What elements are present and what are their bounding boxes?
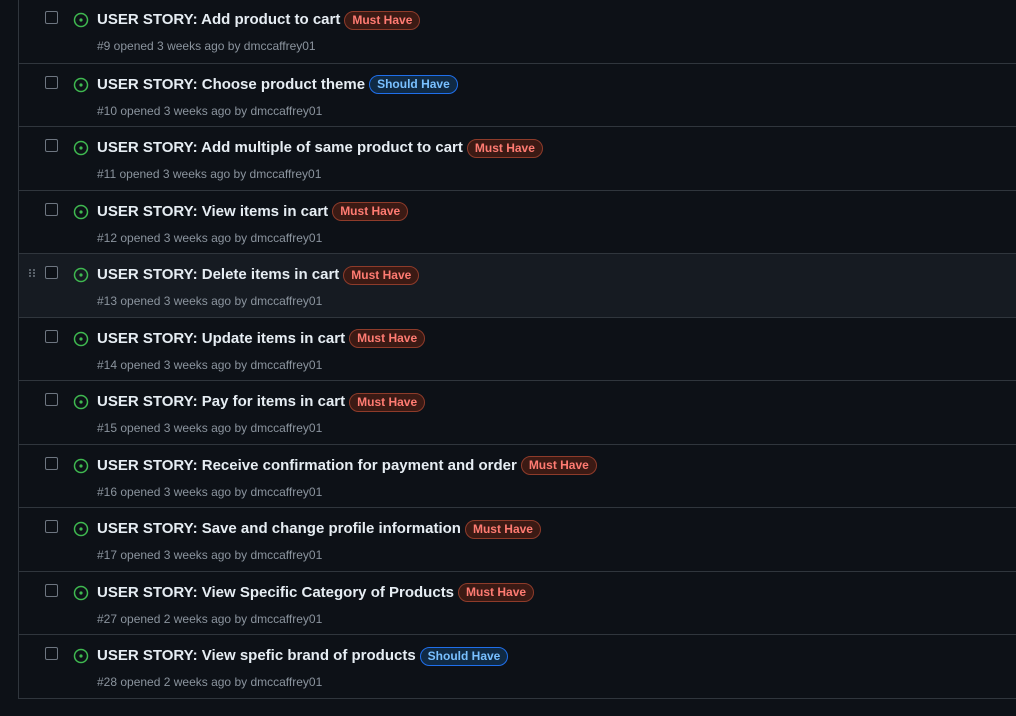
issue-meta: #15 opened 3 weeks ago by dmccaffrey01 xyxy=(97,421,323,435)
issue-checkbox[interactable] xyxy=(45,583,58,597)
issue-opened-icon xyxy=(73,394,89,410)
issue-checkbox[interactable] xyxy=(45,202,58,216)
issue-row[interactable]: USER STORY: Add product to cart Must Hav… xyxy=(19,0,1016,63)
issue-row[interactable]: USER STORY: View Specific Category of Pr… xyxy=(19,570,1016,635)
issue-row[interactable]: USER STORY: Pay for items in cart Must H… xyxy=(19,380,1016,444)
issue-checkbox[interactable] xyxy=(45,266,58,279)
issue-title-link[interactable]: USER STORY: Delete items in cart xyxy=(97,265,339,285)
issue-meta: #12 opened 3 weeks ago by dmccaffrey01 xyxy=(97,230,323,245)
issue-title-link[interactable]: USER STORY: Add multiple of same product… xyxy=(97,138,463,158)
priority-label[interactable]: Must Have xyxy=(458,583,535,602)
issue-checkbox[interactable] xyxy=(45,329,58,343)
issue-opened-icon xyxy=(73,204,89,219)
drag-handle-icon[interactable] xyxy=(28,268,36,278)
issue-title-link[interactable]: USER STORY: View spefic brand of product… xyxy=(97,646,416,666)
issue-meta: #27 opened 2 weeks ago by dmccaffrey01 xyxy=(97,611,323,626)
issue-checkbox[interactable] xyxy=(45,520,58,533)
issue-checkbox[interactable] xyxy=(45,139,58,152)
issue-meta: #9 opened 3 weeks ago by dmccaffrey01 xyxy=(97,39,316,53)
issue-opened-icon xyxy=(73,77,89,92)
issue-title-link[interactable]: USER STORY: Save and change profile info… xyxy=(97,519,461,539)
issue-opened-icon xyxy=(73,331,89,346)
issue-row[interactable]: USER STORY: View items in cart Must Have… xyxy=(19,189,1016,254)
issue-opened-icon xyxy=(73,140,89,156)
issue-row[interactable]: USER STORY: View spefic brand of product… xyxy=(19,634,1016,698)
issue-title-link[interactable]: USER STORY: Update items in cart xyxy=(97,329,345,349)
issue-opened-icon xyxy=(73,458,89,473)
issue-meta: #11 opened 3 weeks ago by dmccaffrey01 xyxy=(97,167,322,181)
issue-row[interactable]: USER STORY: Save and change profile info… xyxy=(19,507,1016,571)
issue-checkbox[interactable] xyxy=(45,393,58,406)
issue-row[interactable]: USER STORY: Add multiple of same product… xyxy=(19,126,1016,190)
issue-title-link[interactable]: USER STORY: View items in cart xyxy=(97,202,328,222)
issue-meta: #14 opened 3 weeks ago by dmccaffrey01 xyxy=(97,357,323,372)
issue-opened-icon xyxy=(73,585,89,600)
issue-opened-icon xyxy=(73,267,89,283)
issue-opened-icon xyxy=(73,521,89,537)
priority-label[interactable]: Must Have xyxy=(343,265,420,285)
priority-label[interactable]: Must Have xyxy=(344,10,421,30)
issue-meta: #10 opened 3 weeks ago by dmccaffrey01 xyxy=(97,103,323,118)
issue-checkbox[interactable] xyxy=(45,647,58,660)
issue-row[interactable]: USER STORY: Update items in cart Must Ha… xyxy=(19,316,1016,381)
issue-title-link[interactable]: USER STORY: View Specific Category of Pr… xyxy=(97,583,454,603)
priority-label[interactable]: Must Have xyxy=(520,456,597,475)
issue-meta: #13 opened 3 weeks ago by dmccaffrey01 xyxy=(97,294,323,308)
issue-list: USER STORY: Add product to cart Must Hav… xyxy=(18,0,1016,699)
issue-title-link[interactable]: USER STORY: Add product to cart xyxy=(97,10,340,30)
issue-row[interactable]: USER STORY: Choose product theme Should … xyxy=(19,62,1016,127)
issue-meta: #28 opened 2 weeks ago by dmccaffrey01 xyxy=(97,675,323,689)
priority-label[interactable]: Should Have xyxy=(419,646,509,666)
issue-title-link[interactable]: USER STORY: Pay for items in cart xyxy=(97,392,345,412)
issue-opened-icon xyxy=(73,648,89,664)
priority-label[interactable]: Must Have xyxy=(466,138,543,158)
issue-meta: #17 opened 3 weeks ago by dmccaffrey01 xyxy=(97,548,323,562)
priority-label[interactable]: Should Have xyxy=(369,75,458,94)
issue-opened-icon xyxy=(73,12,89,28)
priority-label[interactable]: Must Have xyxy=(349,329,426,348)
issue-title-link[interactable]: USER STORY: Receive confirmation for pay… xyxy=(97,456,517,476)
issue-checkbox[interactable] xyxy=(45,11,58,24)
issue-checkbox[interactable] xyxy=(45,75,58,89)
priority-label[interactable]: Must Have xyxy=(332,202,409,221)
priority-label[interactable]: Must Have xyxy=(464,519,541,539)
issue-meta: #16 opened 3 weeks ago by dmccaffrey01 xyxy=(97,484,323,499)
issue-row[interactable]: USER STORY: Receive confirmation for pay… xyxy=(19,443,1016,508)
issue-title-link[interactable]: USER STORY: Choose product theme xyxy=(97,75,365,95)
issue-row[interactable]: USER STORY: Delete items in cart Must Ha… xyxy=(19,253,1016,317)
priority-label[interactable]: Must Have xyxy=(349,392,426,412)
issue-checkbox[interactable] xyxy=(45,456,58,470)
